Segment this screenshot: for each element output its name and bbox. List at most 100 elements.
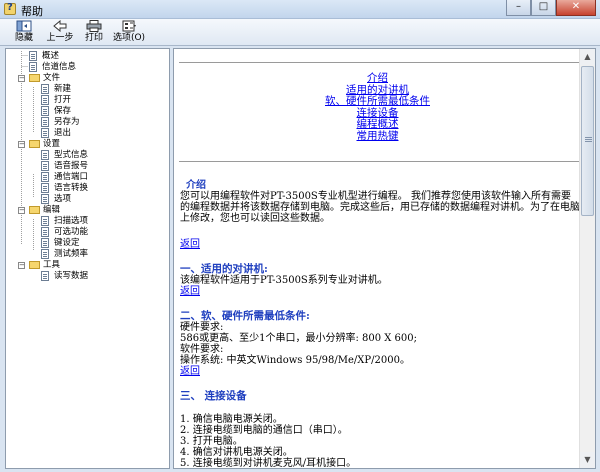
connect-step: 4. 确信对讲机电源关闭。 bbox=[180, 447, 293, 458]
scroll-up-arrow-icon[interactable]: ▲ bbox=[580, 49, 595, 65]
page-icon bbox=[41, 150, 49, 160]
page-icon bbox=[41, 227, 49, 237]
page-icon bbox=[41, 106, 49, 116]
tree-item-exit[interactable]: 退出 bbox=[6, 128, 169, 139]
connect-step: 1. 确信电脑电源关闭。 bbox=[180, 414, 283, 425]
page-icon bbox=[41, 183, 49, 193]
toc-link-intro[interactable]: 介绍 bbox=[367, 72, 388, 84]
connect-step: 5. 连接电缆到对讲机麦克风/耳机接口。 bbox=[180, 458, 357, 469]
section-title: 三、 连接设备 bbox=[180, 390, 247, 402]
section-title: 二、软、硬件所需最低条件: bbox=[180, 310, 310, 322]
help-content: 介绍 适用的对讲机 软、硬件所需最低条件 连接设备 编程概述 常用热键 介绍 您… bbox=[173, 48, 596, 469]
title-bar: 帮助 – □ ✕ bbox=[0, 0, 600, 19]
divider bbox=[179, 62, 579, 63]
section-text: 该编程软件适用于PT-3500S系列专业对讲机。 bbox=[180, 275, 388, 286]
table-of-contents: 介绍 适用的对讲机 软、硬件所需最低条件 连接设备 编程概述 常用热键 bbox=[174, 72, 581, 142]
hide-button[interactable]: 隐藏 bbox=[10, 19, 38, 46]
tree-item-language[interactable]: 语言转换 bbox=[6, 183, 169, 194]
req-line: 操作系统: 中英文Windows 95/98/Me/XP/2000。 bbox=[180, 355, 410, 366]
tree-item-overview[interactable]: 概述 bbox=[6, 51, 169, 62]
minimize-button[interactable]: – bbox=[506, 0, 531, 16]
page-icon bbox=[41, 84, 49, 94]
req-line: 硬件要求: bbox=[180, 322, 224, 333]
back-button[interactable]: 上一步 bbox=[44, 19, 76, 46]
tree-item-options[interactable]: 选项 bbox=[6, 194, 169, 205]
collapse-icon[interactable]: − bbox=[18, 75, 25, 82]
page-icon bbox=[29, 51, 37, 61]
page-icon bbox=[29, 62, 37, 72]
page-icon bbox=[41, 161, 49, 171]
hide-button-label: 隐藏 bbox=[14, 33, 33, 43]
page-icon bbox=[41, 216, 49, 226]
scroll-down-arrow-icon[interactable]: ▼ bbox=[580, 452, 595, 468]
req-line: 软件要求: bbox=[180, 344, 224, 355]
maximize-button[interactable]: □ bbox=[531, 0, 556, 16]
tree-item-save-as[interactable]: 另存为 bbox=[6, 117, 169, 128]
toc-link-radios[interactable]: 适用的对讲机 bbox=[346, 84, 409, 96]
page-icon bbox=[41, 117, 49, 127]
page-icon bbox=[41, 238, 49, 248]
page-icon bbox=[41, 249, 49, 259]
page-icon bbox=[41, 95, 49, 105]
back-link[interactable]: 返回 bbox=[180, 286, 200, 297]
tree-item-key-settings[interactable]: 键设定 bbox=[6, 238, 169, 249]
tree-item-test-frequency[interactable]: 测试频率 bbox=[6, 249, 169, 260]
options-button-label: 选项(O) bbox=[112, 33, 146, 43]
toc-link-programming[interactable]: 编程概述 bbox=[357, 118, 399, 130]
toc-link-hotkeys[interactable]: 常用热键 bbox=[357, 130, 399, 142]
tree-item-optional-features[interactable]: 可选功能 bbox=[6, 227, 169, 238]
folder-icon bbox=[29, 140, 40, 148]
back-link[interactable]: 返回 bbox=[180, 366, 200, 377]
tree-item-new[interactable]: 新建 bbox=[6, 84, 169, 95]
options-button[interactable]: 选项(O) bbox=[112, 19, 146, 46]
page-icon bbox=[41, 194, 49, 204]
collapse-icon[interactable]: − bbox=[18, 207, 25, 214]
intro-section: 介绍 您可以用编程软件对PT-3500S专业机型进行编程。 我们推荐您使用该软件… bbox=[180, 180, 580, 224]
print-button[interactable]: 打印 bbox=[82, 19, 106, 46]
intro-title: 介绍 bbox=[186, 180, 206, 191]
close-button[interactable]: ✕ bbox=[556, 0, 596, 16]
page-icon bbox=[41, 128, 49, 138]
options-icon bbox=[122, 20, 136, 32]
vertical-scrollbar[interactable]: ▲ ▼ bbox=[579, 49, 595, 468]
back-button-label: 上一步 bbox=[46, 33, 74, 43]
back-arrow-icon bbox=[53, 20, 67, 32]
back-link-1-wrap: 返回 bbox=[180, 239, 580, 250]
section-connect: 三、 连接设备 1. 确信电脑电源关闭。 2. 连接电缆到电脑的通信口（串口）。… bbox=[180, 391, 580, 469]
tree-item-channel-info[interactable]: 信道信息 bbox=[6, 62, 169, 73]
toc-link-connect[interactable]: 连接设备 bbox=[357, 107, 399, 119]
toolbar: 隐藏 上一步 打印 选项(O) bbox=[0, 19, 600, 46]
printer-icon bbox=[86, 20, 102, 32]
section-radios: 一、适用的对讲机: 该编程软件适用于PT-3500S系列专业对讲机。 返回 bbox=[180, 264, 580, 298]
scroll-thumb[interactable] bbox=[581, 66, 594, 216]
tree-item-open[interactable]: 打开 bbox=[6, 95, 169, 106]
divider bbox=[179, 161, 579, 162]
tree-item-voice-announce[interactable]: 语音报号 bbox=[6, 161, 169, 172]
tree-folder-settings[interactable]: − 设置 bbox=[6, 139, 169, 150]
folder-icon bbox=[29, 206, 40, 214]
back-link[interactable]: 返回 bbox=[180, 239, 200, 250]
tree-item-comm-port[interactable]: 通信端口 bbox=[6, 172, 169, 183]
page-icon bbox=[41, 172, 49, 182]
page-icon bbox=[41, 271, 49, 281]
tree-item-read-write-data[interactable]: 读写数据 bbox=[6, 271, 169, 282]
tree-item-model-info[interactable]: 型式信息 bbox=[6, 150, 169, 161]
window-title: 帮助 bbox=[21, 5, 43, 18]
tree-folder-edit[interactable]: − 编辑 bbox=[6, 205, 169, 216]
print-button-label: 打印 bbox=[84, 33, 103, 43]
tree-item-scan-options[interactable]: 扫描选项 bbox=[6, 216, 169, 227]
folder-icon bbox=[29, 261, 40, 269]
toc-link-requirements[interactable]: 软、硬件所需最低条件 bbox=[325, 95, 430, 107]
collapse-icon[interactable]: − bbox=[18, 262, 25, 269]
tree-item-save[interactable]: 保存 bbox=[6, 106, 169, 117]
tree-folder-file[interactable]: − 文件 bbox=[6, 73, 169, 84]
window-controls: – □ ✕ bbox=[506, 0, 596, 16]
req-line: 586或更高、至少1个串口，最小分辨率: 800 X 600; bbox=[180, 333, 418, 344]
section-requirements: 二、软、硬件所需最低条件: 硬件要求: 586或更高、至少1个串口，最小分辨率:… bbox=[180, 310, 580, 378]
collapse-icon[interactable]: − bbox=[18, 141, 25, 148]
intro-text: 您可以用编程软件对PT-3500S专业机型进行编程。 我们推荐您使用该软件输入所… bbox=[180, 191, 580, 224]
tree-folder-tools[interactable]: − 工具 bbox=[6, 260, 169, 271]
hide-icon bbox=[16, 20, 32, 32]
connect-step: 2. 连接电缆到电脑的通信口（串口）。 bbox=[180, 425, 348, 436]
connect-step: 3. 打开电脑。 bbox=[180, 436, 243, 447]
